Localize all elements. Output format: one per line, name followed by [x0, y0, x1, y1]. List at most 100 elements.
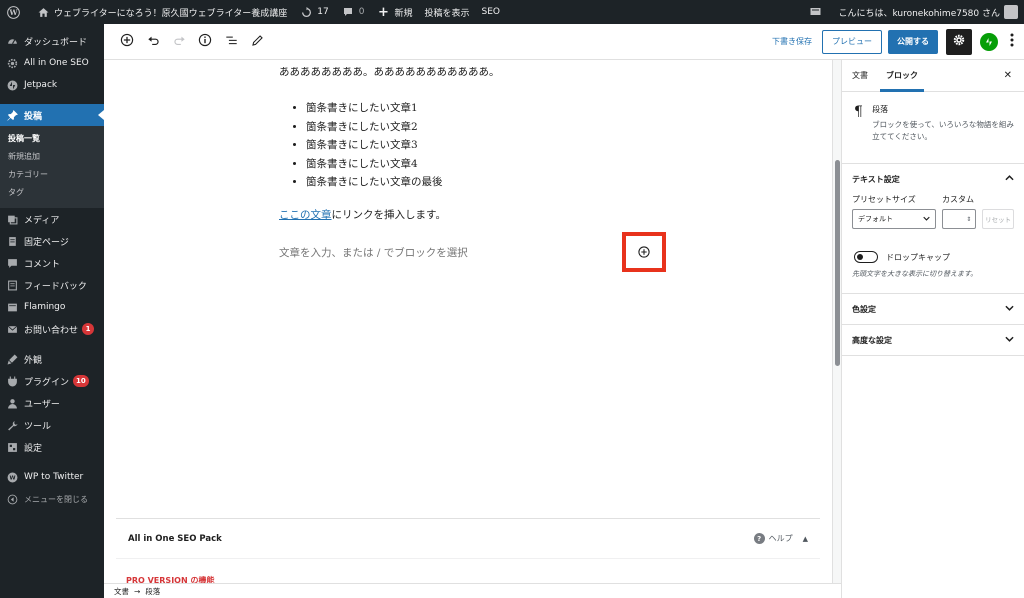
- block-card: ¶ 段落 ブロックを使って、いろいろな物語を組み立ててください。: [842, 92, 1024, 164]
- inserter-highlight-box: [622, 232, 666, 272]
- greeting: こんにちは、kuronekohime7580 さん: [838, 8, 1000, 19]
- new-content-link[interactable]: + 新規: [370, 0, 418, 24]
- sidebar-item-aioseo[interactable]: All in One SEO: [0, 52, 104, 74]
- feedback-icon: [6, 279, 18, 291]
- metabox-header[interactable]: All in One SEO Pack ? ヘルプ ▲: [116, 519, 820, 559]
- plus-icon: +: [378, 4, 389, 20]
- sidebar-item-label: 設定: [24, 443, 43, 454]
- link-paragraph-block[interactable]: ここの文章にリンクを挿入します。: [279, 207, 446, 222]
- tab-block[interactable]: ブロック: [880, 60, 924, 92]
- preset-size-label: プリセットサイズ: [852, 195, 916, 204]
- list-block[interactable]: 箇条書きにしたい文章1 箇条書きにしたい文章2 箇条書きにしたい文章3 箇条書き…: [306, 99, 443, 192]
- collapse-up-icon[interactable]: ▲: [803, 535, 808, 543]
- preview-button[interactable]: プレビュー: [822, 29, 882, 54]
- submenu-categories[interactable]: カテゴリー: [0, 166, 104, 184]
- breadcrumb-paragraph[interactable]: 段落: [145, 586, 160, 597]
- sidebar-item-plugins[interactable]: プラグイン 10: [0, 370, 104, 392]
- sidebar-item-comments[interactable]: コメント: [0, 252, 104, 274]
- seo-link[interactable]: SEO: [476, 0, 506, 24]
- drop-cap-label: ドロップキャップ: [886, 252, 950, 262]
- scrollbar-thumb[interactable]: [835, 160, 840, 366]
- site-name-link[interactable]: ウェブライターになろう！原久國ウェブライター養成講座: [30, 0, 293, 24]
- sidebar-item-label: Jetpack: [24, 80, 58, 90]
- aioseo-metabox: All in One SEO Pack ? ヘルプ ▲ PRO VERSION …: [116, 518, 820, 583]
- chevron-up-icon: [1005, 174, 1014, 184]
- sidebar-item-label: Flamingo: [24, 302, 66, 312]
- notes-button[interactable]: [802, 0, 832, 24]
- sidebar-item-label: 投稿: [24, 111, 43, 122]
- plugins-count-badge: 10: [73, 375, 89, 387]
- tab-document[interactable]: 文書: [846, 60, 874, 92]
- sidebar-item-contact[interactable]: お問い合わせ 1: [0, 318, 104, 340]
- sidebar-item-pages[interactable]: 固定ページ: [0, 230, 104, 252]
- advanced-settings-toggle[interactable]: 高度な設定: [842, 325, 1024, 355]
- text-settings-toggle[interactable]: テキスト設定: [842, 164, 1024, 194]
- sidebar-item-appearance[interactable]: 外観: [0, 348, 104, 370]
- submenu-all-posts[interactable]: 投稿一覧: [0, 130, 104, 148]
- sidebar-item-dashboard[interactable]: ダッシュボード: [0, 30, 104, 52]
- block-inserter-button[interactable]: [637, 245, 651, 259]
- plus-circle-icon: [638, 243, 650, 262]
- help-link[interactable]: ヘルプ: [769, 533, 793, 544]
- close-icon[interactable]: ✕: [1004, 70, 1012, 81]
- sidebar-item-wp-to-twitter[interactable]: W WP to Twitter: [0, 466, 104, 488]
- panel-title: テキスト設定: [852, 174, 900, 184]
- sidebar-item-label: ダッシュボード: [24, 37, 88, 48]
- view-post-link[interactable]: 投稿を表示: [419, 0, 476, 24]
- redo-icon: [173, 32, 186, 51]
- redo-button[interactable]: [166, 29, 192, 55]
- wp-logo-button[interactable]: W: [0, 0, 30, 24]
- sidebar-item-media[interactable]: メディア: [0, 208, 104, 230]
- advanced-settings-panel: 高度な設定: [842, 325, 1024, 356]
- site-name: ウェブライターになろう！原久國ウェブライター養成講座: [54, 8, 288, 19]
- info-button[interactable]: [192, 29, 218, 55]
- paragraph-block[interactable]: ああああああああ。あああああああああああ。: [279, 64, 500, 79]
- my-account-link[interactable]: こんにちは、kuronekohime7580 さん: [832, 0, 1024, 24]
- reset-button[interactable]: リセット: [982, 209, 1014, 229]
- more-options-button[interactable]: [1006, 32, 1018, 52]
- sidebar-item-users[interactable]: ユーザー: [0, 392, 104, 414]
- drop-cap-toggle[interactable]: [854, 251, 878, 263]
- submenu-tags[interactable]: タグ: [0, 184, 104, 202]
- font-size-selected: デフォルト: [858, 215, 893, 223]
- sidebar-item-posts[interactable]: 投稿: [0, 104, 104, 126]
- sidebar-item-flamingo[interactable]: Flamingo: [0, 296, 104, 318]
- comments-link[interactable]: 0: [335, 0, 371, 24]
- help-icon[interactable]: ?: [753, 533, 765, 544]
- tools-button[interactable]: [244, 29, 270, 55]
- panel-title: 高度な設定: [852, 335, 892, 345]
- custom-size-input[interactable]: ⇕: [942, 209, 977, 229]
- sidebar-item-settings[interactable]: 設定: [0, 436, 104, 458]
- jetpack-button[interactable]: [980, 32, 998, 51]
- outline-button[interactable]: [218, 29, 244, 55]
- publish-button[interactable]: 公開する: [888, 29, 938, 54]
- empty-paragraph-placeholder[interactable]: 文章を入力、または / でブロックを選択: [279, 245, 468, 260]
- add-block-button[interactable]: [114, 29, 140, 55]
- submenu-add-new[interactable]: 新規追加: [0, 148, 104, 166]
- info-icon: [198, 32, 212, 51]
- font-size-select[interactable]: デフォルト: [852, 209, 937, 229]
- undo-button[interactable]: [140, 29, 166, 55]
- comment-icon: [6, 257, 18, 269]
- settings-sidebar: 文書 ブロック ✕ ¶ 段落 ブロックを使って、いろいろな物語を組み立ててくださ…: [841, 60, 1024, 598]
- sidebar-item-feedback[interactable]: フィードバック: [0, 274, 104, 296]
- collapse-menu-label: メニューを閉じる: [24, 494, 88, 504]
- jetpack-bolt-icon: [984, 32, 994, 51]
- collapse-menu-button[interactable]: メニューを閉じる: [0, 488, 104, 510]
- save-draft-button[interactable]: 下書き保存: [772, 36, 812, 47]
- inline-link[interactable]: ここの文章: [279, 209, 332, 221]
- color-settings-toggle[interactable]: 色設定: [842, 294, 1024, 324]
- flamingo-icon: [6, 301, 18, 313]
- editor-scrollbar[interactable]: [832, 60, 841, 583]
- sidebar-item-label: フィードバック: [24, 281, 87, 292]
- settings-toggle-button[interactable]: [946, 28, 972, 55]
- sidebar-item-label: 外観: [24, 355, 43, 366]
- custom-size-label: カスタム: [942, 195, 974, 204]
- contact-count-badge: 1: [82, 323, 95, 335]
- sidebar-item-tools[interactable]: ツール: [0, 414, 104, 436]
- breadcrumb-document[interactable]: 文書: [114, 586, 129, 597]
- pin-icon: [6, 109, 18, 121]
- new-label: 新規: [394, 8, 413, 19]
- updates-link[interactable]: 17: [293, 0, 334, 24]
- sidebar-item-jetpack[interactable]: Jetpack: [0, 74, 104, 96]
